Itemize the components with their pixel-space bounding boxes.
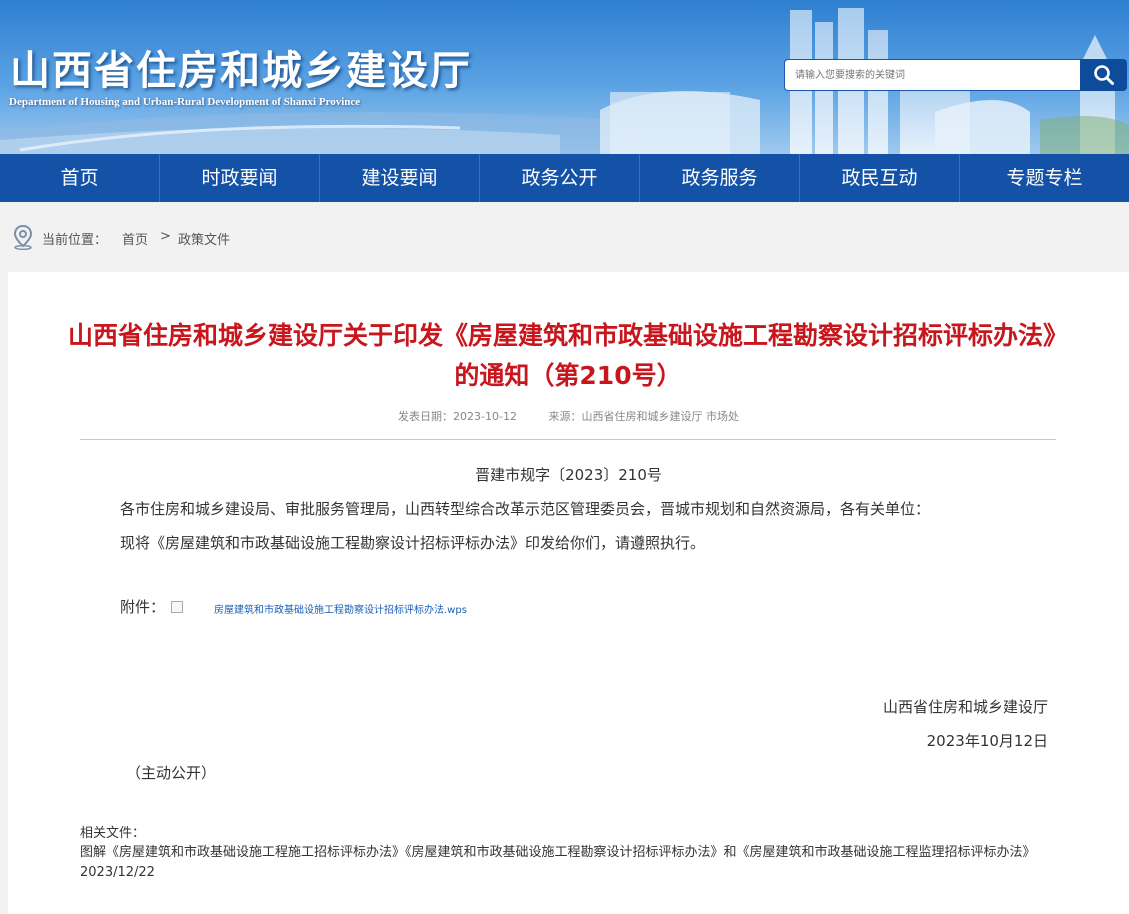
publish-date-label: 发表日期：	[398, 410, 454, 423]
nav-item-construction-news[interactable]: 建设要闻	[320, 154, 480, 202]
disclosure-status: （主动公开）	[126, 764, 217, 782]
site-title: 山西省住房和城乡建设厅	[10, 47, 472, 94]
nav-item-home[interactable]: 首页	[0, 154, 160, 202]
attachment-link[interactable]: 房屋建筑和市政基础设施工程勘察设计招标评标办法.wps	[214, 601, 467, 616]
search-box	[784, 59, 1127, 91]
search-icon	[1093, 65, 1114, 85]
breadcrumb: 当前位置： 首页 > 政策文件	[0, 218, 1129, 254]
site-header: 山西省住房和城乡建设厅 Department of Housing and Ur…	[0, 0, 1129, 154]
nav-item-special-topics[interactable]: 专题专栏	[960, 154, 1129, 202]
publish-date-value: 2023-10-12	[453, 410, 517, 423]
source-value: 山西省住房和城乡建设厅 市场处	[581, 410, 739, 423]
document-number: 晋建市规字〔2023〕210号	[475, 466, 662, 484]
article-panel: 山西省住房和城乡建设厅关于印发《房屋建筑和市政基础设施工程勘察设计招标评标办法》…	[8, 272, 1129, 914]
publish-date: 发表日期：2023-10-12	[398, 410, 517, 423]
search-input[interactable]	[784, 59, 1080, 91]
title-divider	[80, 439, 1056, 440]
main-nav: 首页 时政要闻 建设要闻 政务公开 政务服务 政民互动 专题专栏	[0, 154, 1129, 202]
attachment-row: 附件： 房屋建筑和市政基础设施工程勘察设计招标评标办法.wps	[120, 596, 467, 617]
location-pin-icon	[13, 224, 33, 250]
breadcrumb-home[interactable]: 首页	[122, 229, 148, 248]
related-heading: 相关文件：	[80, 826, 146, 841]
related-link[interactable]: 图解《房屋建筑和市政基础设施工程施工招标评标办法》《房屋建筑和市政基础设施工程勘…	[80, 843, 1060, 883]
breadcrumb-label: 当前位置：	[42, 233, 108, 248]
article-source: 来源：山西省住房和城乡建设厅 市场处	[548, 410, 739, 423]
source-label: 来源：	[548, 410, 582, 423]
attachment-label: 附件：	[120, 598, 166, 616]
breadcrumb-policy-documents[interactable]: 政策文件	[178, 229, 230, 248]
signer: 山西省住房和城乡建设厅	[882, 698, 1048, 716]
nav-item-government-services[interactable]: 政务服务	[640, 154, 800, 202]
sign-date: 2023年10月12日	[926, 732, 1048, 750]
article-body: 现将《房屋建筑和市政基础设施工程勘察设计招标评标办法》印发给你们，请遵照执行。	[120, 534, 706, 552]
broken-image-icon	[171, 601, 184, 613]
breadcrumb-separator: >	[160, 229, 171, 244]
search-button[interactable]	[1080, 59, 1127, 91]
recipients: 各市住房和城乡建设局、审批服务管理局，山西转型综合改革示范区管理委员会，晋城市规…	[120, 500, 931, 518]
site-subtitle: Department of Housing and Urban-Rural De…	[9, 96, 361, 108]
article-meta: 发表日期：2023-10-12 来源：山西省住房和城乡建设厅 市场处	[8, 408, 1129, 424]
article-title: 山西省住房和城乡建设厅关于印发《房屋建筑和市政基础设施工程勘察设计招标评标办法》…	[68, 321, 1069, 390]
nav-item-government-disclosure[interactable]: 政务公开	[480, 154, 640, 202]
nav-item-public-interaction[interactable]: 政民互动	[800, 154, 960, 202]
nav-item-political-news[interactable]: 时政要闻	[160, 154, 320, 202]
